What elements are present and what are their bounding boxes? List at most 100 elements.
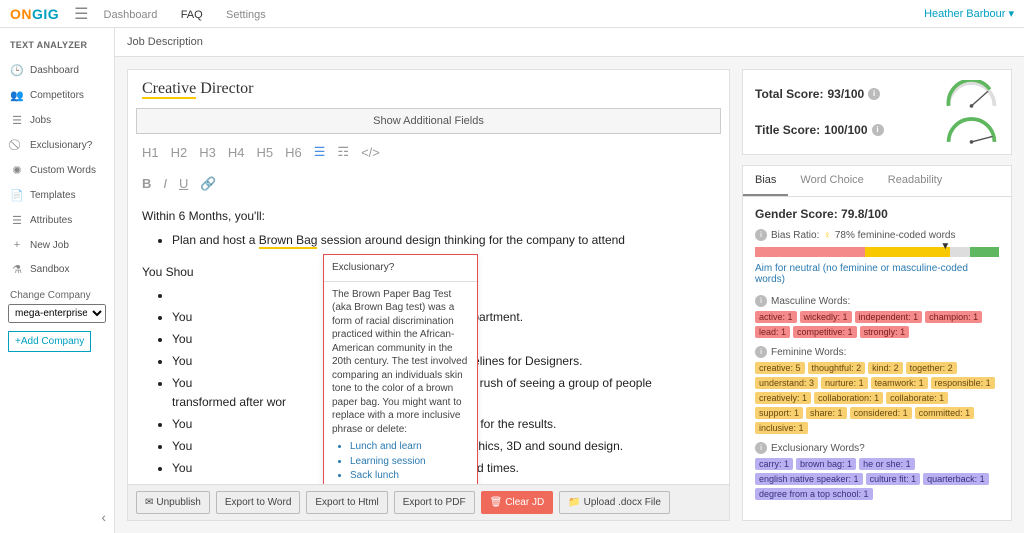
word-tag[interactable]: share: 1 — [806, 407, 847, 419]
word-tag[interactable]: thoughtful: 2 — [808, 362, 866, 374]
sidebar-item-sandbox[interactable]: ⚗Sandbox — [0, 257, 114, 282]
upload-docx-button[interactable]: 📁Upload .docx File — [559, 491, 670, 514]
word-tag[interactable]: he or she: 1 — [859, 458, 915, 470]
ul-icon[interactable]: ☰ — [314, 144, 326, 160]
word-tag[interactable]: wickedly: 1 — [800, 311, 852, 323]
gender-score: Gender Score: 79.8/100 — [755, 207, 999, 221]
info-icon[interactable]: i — [755, 442, 767, 454]
word-tag[interactable]: nurture: 1 — [821, 377, 868, 389]
word-tag[interactable]: creative: 5 — [755, 362, 805, 374]
ol-icon[interactable]: ☶ — [337, 144, 349, 160]
word-tag[interactable]: quarterback: 1 — [923, 473, 989, 485]
editor-body[interactable]: Within 6 Months, you'll: Plan and host a… — [128, 199, 729, 484]
suggestion-item[interactable]: Learning session — [350, 455, 469, 469]
link-icon[interactable]: 🔗 — [200, 176, 216, 192]
sidebar-item-templates[interactable]: 📄Templates — [0, 183, 114, 208]
wand-icon: ✺ — [10, 164, 24, 177]
info-icon[interactable]: i — [872, 124, 884, 136]
clear-jd-button[interactable]: 🗑Clear JD — [481, 491, 554, 514]
hamburger-icon[interactable]: ☰ — [74, 4, 88, 24]
word-tag[interactable]: culture fit: 1 — [866, 473, 921, 485]
word-tag[interactable]: brown bag: 1 — [796, 458, 856, 470]
export-word-button[interactable]: Export to Word — [216, 491, 301, 514]
word-tag[interactable]: champion: 1 — [925, 311, 982, 323]
word-tag[interactable]: collaborate: 1 — [886, 392, 948, 404]
tab-bias[interactable]: Bias — [743, 166, 788, 196]
bias-hint-link[interactable]: Aim for neutral (no feminine or masculin… — [755, 263, 999, 285]
word-tag[interactable]: considered: 1 — [850, 407, 912, 419]
word-tag[interactable]: kind: 2 — [868, 362, 903, 374]
word-tag[interactable]: together: 2 — [906, 362, 957, 374]
h1-button[interactable]: H1 — [142, 145, 159, 160]
word-tag[interactable]: competitive: 1 — [793, 326, 857, 338]
female-icon: ♀ — [823, 230, 831, 241]
word-tag[interactable]: strongly: 1 — [860, 326, 910, 338]
list-icon: ☰ — [10, 114, 24, 127]
suggestion-item[interactable]: Learning — [350, 484, 469, 485]
h4-button[interactable]: H4 — [228, 145, 245, 160]
word-tag[interactable]: independent: 1 — [855, 311, 923, 323]
user-menu[interactable]: Heather Barbour ▾ — [924, 7, 1014, 20]
show-additional-fields-button[interactable]: Show Additional Fields — [136, 108, 721, 134]
nav-settings[interactable]: Settings — [226, 9, 266, 21]
sidebar-item-new-job[interactable]: +New Job — [0, 233, 114, 257]
bold-icon[interactable]: B — [142, 176, 151, 192]
popup-title: Exclusionary? — [324, 255, 477, 282]
sidebar-heading: TEXT ANALYZER — [0, 36, 114, 58]
add-company-button[interactable]: +Add Company — [8, 331, 91, 352]
company-select[interactable]: mega-enterprises — [8, 304, 106, 323]
sidebar-item-custom-words[interactable]: ✺Custom Words — [0, 158, 114, 183]
info-icon[interactable]: i — [755, 346, 767, 358]
word-tag[interactable]: teamwork: 1 — [871, 377, 928, 389]
sidebar-item-competitors[interactable]: 👥Competitors — [0, 83, 114, 108]
trash-icon: 🗑 — [490, 497, 503, 508]
word-tag[interactable]: carry: 1 — [755, 458, 793, 470]
code-icon[interactable]: </> — [361, 145, 380, 160]
nav-faq[interactable]: FAQ — [181, 9, 203, 21]
info-icon[interactable]: i — [755, 295, 767, 307]
italic-icon[interactable]: I — [163, 176, 167, 192]
unpublish-button[interactable]: ✉Unpublish — [136, 491, 210, 514]
bias-bar: ▼ — [755, 247, 999, 257]
word-tag[interactable]: active: 1 — [755, 311, 797, 323]
sidebar-item-dashboard[interactable]: 🕒Dashboard — [0, 58, 114, 83]
list-item[interactable]: Plan and host a Brown Bag session around… — [172, 231, 715, 251]
feminine-tags: creative: 5thoughtful: 2kind: 2together:… — [755, 362, 999, 434]
exclusionary-popup: Exclusionary? The Brown Paper Bag Test (… — [323, 254, 478, 484]
suggestion-item[interactable]: Lunch and learn — [350, 440, 469, 454]
word-tag[interactable]: creatively: 1 — [755, 392, 811, 404]
sidebar-item-jobs[interactable]: ☰Jobs — [0, 108, 114, 133]
word-tag[interactable]: responsible: 1 — [931, 377, 995, 389]
info-icon[interactable]: i — [868, 88, 880, 100]
word-tag[interactable]: degree from a top school: 1 — [755, 488, 873, 500]
upload-icon: 📁 — [568, 497, 580, 508]
word-tag[interactable]: committed: 1 — [915, 407, 975, 419]
bias-pointer: ▼ — [940, 241, 950, 252]
h3-button[interactable]: H3 — [199, 145, 216, 160]
info-icon[interactable]: i — [755, 229, 767, 241]
h5-button[interactable]: H5 — [257, 145, 274, 160]
export-html-button[interactable]: Export to Html — [306, 491, 387, 514]
word-tag[interactable]: english native speaker: 1 — [755, 473, 863, 485]
tab-word-choice[interactable]: Word Choice — [788, 166, 875, 196]
suggestion-item[interactable]: Sack lunch — [350, 469, 469, 483]
people-icon: 👥 — [10, 89, 24, 102]
template-icon: 📄 — [10, 189, 24, 202]
h6-button[interactable]: H6 — [285, 145, 302, 160]
tab-readability[interactable]: Readability — [876, 166, 954, 196]
word-tag[interactable]: understand: 3 — [755, 377, 818, 389]
underline-icon[interactable]: U — [179, 176, 188, 192]
sidebar-item-exclusionary[interactable]: ⃠Exclusionary? — [0, 133, 114, 158]
flagged-phrase[interactable]: Brown Bag — [259, 233, 318, 249]
word-tag[interactable]: collaboration: 1 — [814, 392, 883, 404]
nav-dashboard[interactable]: Dashboard — [104, 9, 158, 21]
breadcrumb: Job Description — [115, 28, 1024, 57]
jd-title[interactable]: Creative Director — [142, 80, 254, 99]
h2-button[interactable]: H2 — [171, 145, 188, 160]
word-tag[interactable]: lead: 1 — [755, 326, 790, 338]
export-pdf-button[interactable]: Export to PDF — [394, 491, 475, 514]
word-tag[interactable]: support: 1 — [755, 407, 803, 419]
word-tag[interactable]: inclusive: 1 — [755, 422, 808, 434]
sidebar-item-attributes[interactable]: ☰Attributes — [0, 208, 114, 233]
collapse-sidebar-icon[interactable]: ‹ — [101, 509, 106, 525]
